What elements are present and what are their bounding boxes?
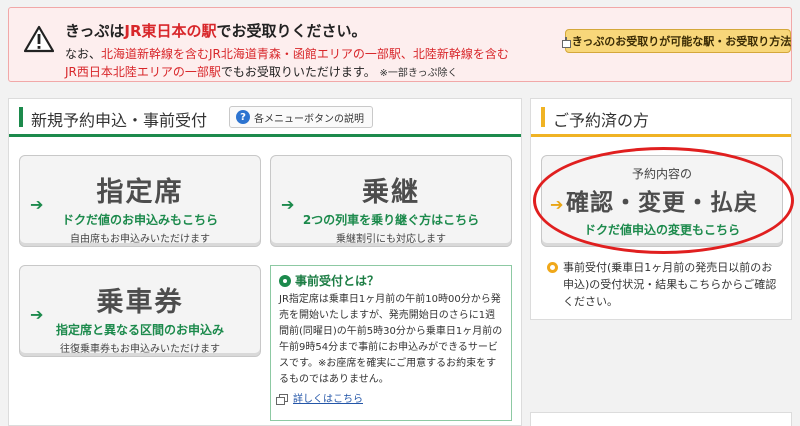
info-body: JR指定席は乗車日1ヶ月前の午前10時00分から発売を開始いたしますが、発売開始… (279, 294, 503, 385)
question-icon: ? (236, 110, 250, 124)
panel-title: 新規予約申込・事前受付 (31, 111, 208, 130)
transfer-button[interactable]: ➔ 乗継 2つの列車を乗り継ぐ方はこちら 乗継割引にも対応します (270, 155, 512, 247)
passenger-ticket-button[interactable]: ➔ 乗車券 指定席と異なる区間のお申込み 往復乗車券もお申込みいただけます (19, 265, 261, 357)
notice-line-3: JR西日本北陸エリアの一部駅でもお受取りいただけます。 ※一部きっぷ除く (65, 65, 458, 79)
existing-reservation-panel: ご予約済の方 ➔ 予約内容の 確認・変更・払戻 ドクだ値申込の変更もこちら 事前… (530, 98, 792, 320)
panel-header: 新規予約申込・事前受付 ? 各メニューボタンの説明 (9, 99, 521, 137)
header-accent-bar (541, 107, 545, 127)
menu-help-button[interactable]: ? 各メニューボタンの説明 (229, 106, 373, 128)
info-heading: 事前受付とは？ (295, 274, 380, 288)
pickup-stations-button[interactable]: きっぷのお受取りが可能な駅・お受取り方法 (561, 29, 791, 53)
panel-title: ご予約済の方 (553, 111, 650, 130)
panel-header: ご予約済の方 (531, 99, 791, 137)
bullet-icon (547, 262, 558, 273)
header-accent-bar (19, 107, 23, 127)
bullet-icon (279, 274, 291, 287)
advance-booking-info: 事前受付とは？ JR指定席は乗車日1ヶ月前の午前10時00分から発売を開始いたし… (270, 265, 512, 421)
details-link[interactable]: 詳しくはこちら (276, 390, 503, 405)
notice-line-2: なお、北海道新幹線を含むJR北海道青森・函館エリアの一部駅、北陸新幹線を含む (65, 47, 509, 61)
secondary-panel (530, 412, 792, 426)
notice-banner: きっぷはJR東日本の駅でお受取りください。 なお、北海道新幹線を含むJR北海道青… (8, 7, 792, 82)
notice-line-1: きっぷはJR東日本の駅でお受取りください。 (65, 22, 367, 40)
advance-status-note: 事前受付(乗車日1ヶ月前の発売日以前のお申込)の受付状況・結果もこちらからご確認… (547, 259, 779, 310)
reserved-seat-button[interactable]: ➔ 指定席 ドクだ値のお申込みもこちら 自由席もお申込みいただけます (19, 155, 261, 247)
confirm-change-refund-button[interactable]: ➔ 予約内容の 確認・変更・払戻 ドクだ値申込の変更もこちら (541, 155, 783, 247)
new-reservation-panel: 新規予約申込・事前受付 ? 各メニューボタンの説明 ➔ 指定席 ドクだ値のお申込… (8, 98, 522, 426)
new-window-icon (276, 393, 288, 405)
new-window-icon (561, 37, 571, 48)
warning-icon (24, 25, 54, 53)
